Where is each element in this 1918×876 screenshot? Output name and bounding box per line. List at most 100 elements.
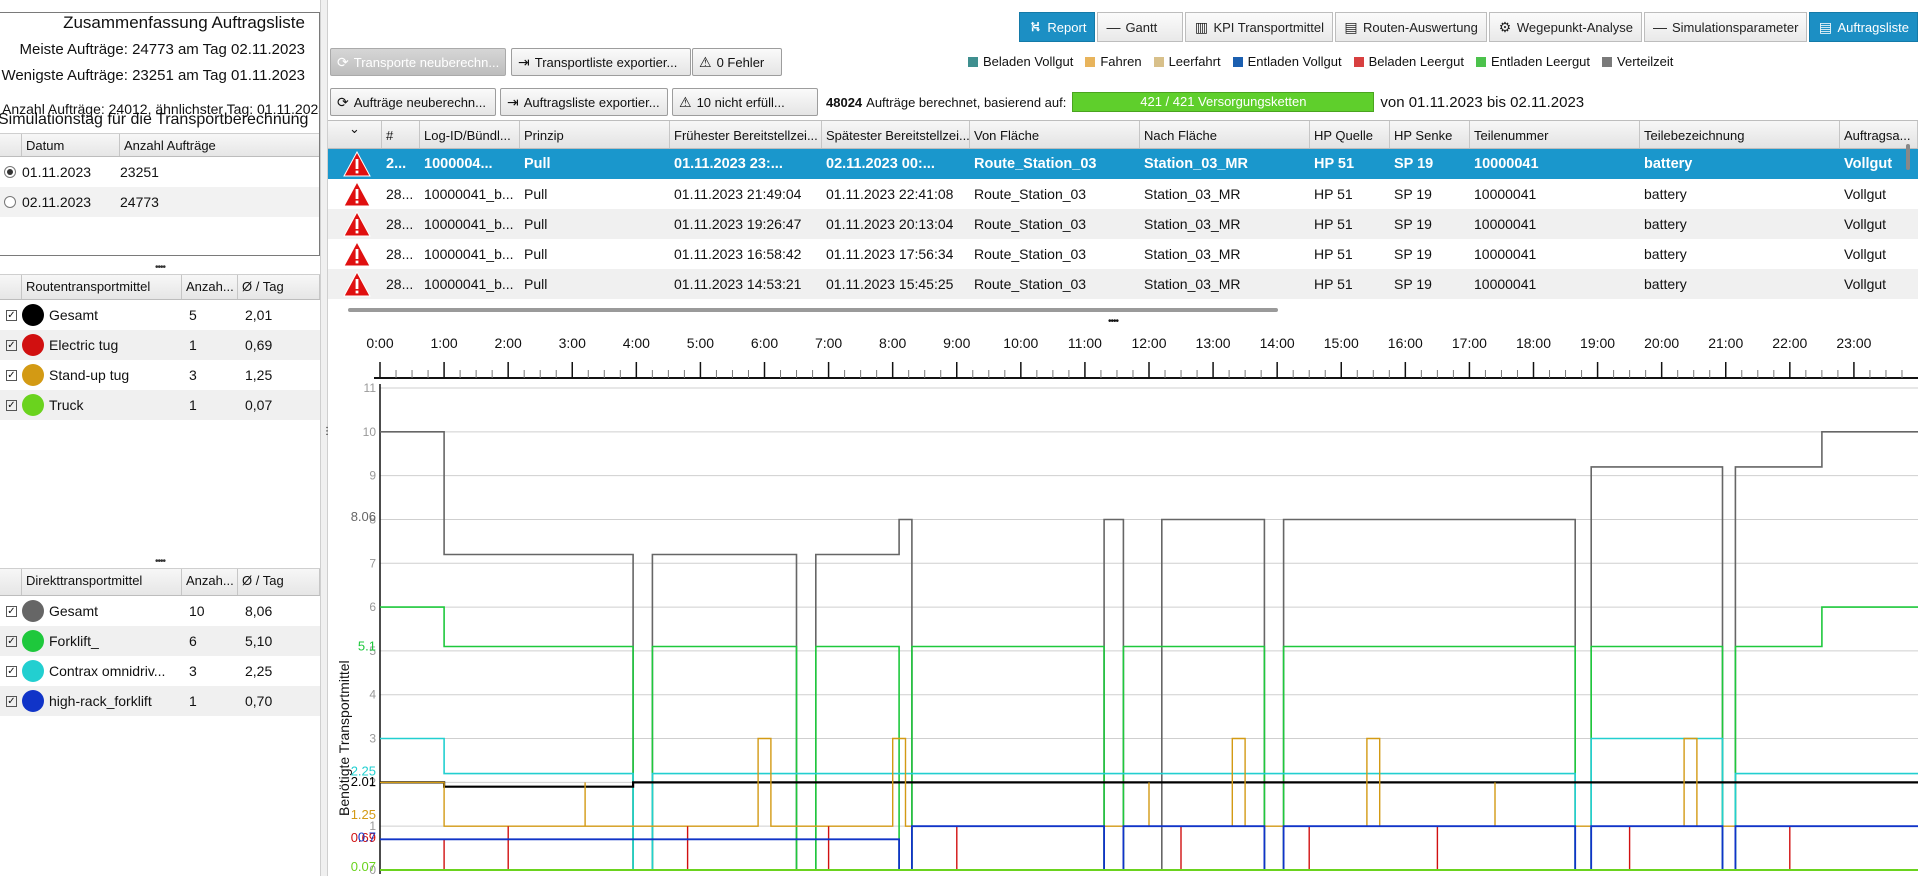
legend-swatch	[1232, 56, 1243, 67]
order-row[interactable]: 28... 10000041_b... Pull 01.11.2023 14:53:2…	[328, 269, 1918, 299]
summary-most: Meiste Aufträge: 24773 am Tag 02.11.2023	[19, 41, 305, 58]
order-cell-early: 01.11.2023 23:...	[674, 156, 783, 172]
transport-row[interactable]: ✓ Gesamt 10 8,06	[0, 596, 320, 626]
visibility-checkbox[interactable]: ✓	[6, 635, 17, 647]
splitter-handle[interactable]: ••••	[0, 557, 320, 568]
orders-col-header[interactable]: Spätester Bereitstellzei...	[822, 121, 970, 148]
legend-label: Entladen Vollgut	[1247, 54, 1342, 69]
transport-row[interactable]: ✓ Contrax omnidriv... 3 2,25	[0, 656, 320, 686]
vertical-splitter[interactable]: ⋮	[320, 0, 332, 876]
series-color-swatch	[22, 690, 44, 712]
col-header-anzahl[interactable]: Anzah...	[182, 569, 238, 595]
col-header-anzahl[interactable]: Anzahl Aufträge	[120, 134, 319, 156]
time-tick-label: 8:00	[879, 335, 906, 351]
order-cell-late: 01.11.2023 20:13:04	[826, 216, 954, 232]
export-orders-button[interactable]: ⇥ Auftragsliste exportier...	[500, 88, 668, 116]
transport-average: 1,25	[245, 367, 273, 383]
chart-svg: 0:00 1:00 2:00 3:00 4:00 5:00 6:00 7:00 8:00 9:00…	[351, 335, 1918, 876]
visibility-checkbox[interactable]: ✓	[6, 309, 17, 321]
visibility-checkbox[interactable]: ✓	[6, 339, 17, 351]
order-row[interactable]: 28... 10000041_b... Pull 01.11.2023 19:26:4…	[328, 209, 1918, 239]
visibility-checkbox[interactable]: ✓	[6, 399, 17, 411]
date-row[interactable]: 02.11.2023 24773	[0, 187, 319, 217]
order-cell-log: 1000004...	[424, 156, 493, 172]
order-row[interactable]: 28... 10000041_b... Pull 01.11.2023 21:49:0…	[328, 179, 1918, 209]
transport-row[interactable]: ✓ Stand-up tug 3 1,25	[0, 360, 320, 390]
transport-row[interactable]: ✓ Truck 1 0,07	[0, 390, 320, 420]
order-cell-hpq: HP 51	[1314, 186, 1353, 202]
orders-col-header[interactable]: Nach Fläche	[1140, 121, 1310, 148]
warning-icon	[328, 271, 382, 297]
nav-report-button[interactable]: ⛕ Report	[1019, 12, 1096, 42]
col-header-routentransportmittel[interactable]: Routentransportmittel	[22, 275, 182, 299]
nav-kpi-button[interactable]: ▥ KPI Transportmittel	[1185, 12, 1333, 42]
orders-col-header[interactable]: ⌄	[328, 121, 382, 148]
col-header-anzahl[interactable]: Anzah...	[182, 275, 238, 299]
orders-vertical-scrollbar[interactable]	[1906, 144, 1910, 170]
transport-count: 3	[189, 663, 197, 679]
export-icon: ⇥	[507, 93, 519, 110]
orders-col-header[interactable]: Teilenummer	[1470, 121, 1640, 148]
y-tick-label: 4	[369, 688, 376, 702]
visibility-checkbox[interactable]: ✓	[6, 605, 17, 617]
orders-col-header[interactable]: HP Senke	[1390, 121, 1470, 148]
legend-swatch	[1085, 56, 1096, 67]
nav-wegepunkt-button[interactable]: ⚙ Wegepunkt-Analyse	[1488, 12, 1642, 42]
export-transports-button[interactable]: ⇥ Transportliste exportier...	[511, 48, 691, 76]
col-header-avg[interactable]: Ø / Tag	[238, 569, 320, 595]
transport-average: 0,69	[245, 337, 273, 353]
orders-col-header[interactable]: Teilebezeichnung	[1640, 121, 1840, 148]
bar-chart-icon: ▥	[1194, 18, 1209, 35]
orders-col-header[interactable]: HP Quelle	[1310, 121, 1390, 148]
nav-auftragsliste-button[interactable]: ▤ Auftragsliste	[1809, 12, 1918, 42]
date-radio-selected[interactable]	[4, 166, 16, 178]
clipboard-icon: ▤	[1344, 18, 1358, 35]
average-value-label: 2.01	[351, 774, 376, 789]
visibility-checkbox[interactable]: ✓	[6, 369, 17, 381]
transport-count: 6	[189, 633, 197, 649]
order-cell-log: 10000041_b...	[424, 246, 514, 262]
splitter-handle[interactable]: ••••	[0, 263, 320, 274]
view-nav-bar: ⛕ Report — Gantt ▥ KPI Transportmittel ▤ Rou…	[1019, 12, 1918, 42]
nav-routen-button[interactable]: ▤ Routen-Auswertung	[1334, 12, 1487, 42]
time-tick-label: 15:00	[1324, 335, 1359, 351]
orders-col-header[interactable]: Log-ID/Bündl...	[420, 121, 520, 148]
transport-name: Forklift_	[49, 633, 99, 649]
direct-transport-table: Direkttransportmittel Anzah... Ø / Tag ✓…	[0, 568, 320, 716]
order-row[interactable]: 28... 10000041_b... Pull 01.11.2023 16:58:4…	[328, 239, 1918, 269]
nav-gantt-button[interactable]: — Gantt	[1097, 12, 1184, 42]
col-header-datum[interactable]: Datum	[22, 134, 120, 156]
orders-col-header[interactable]: #	[382, 121, 420, 148]
nav-kpi-label: KPI Transportmittel	[1213, 19, 1324, 35]
transport-row[interactable]: ✓ Gesamt 5 2,01	[0, 300, 320, 330]
transport-row[interactable]: ✓ Electric tug 1 0,69	[0, 330, 320, 360]
legend-label: Leerfahrt	[1168, 54, 1221, 69]
warning-icon	[328, 151, 382, 177]
legend-item: Verteilzeit	[1602, 54, 1673, 69]
series-color-swatch	[22, 660, 44, 682]
orders-col-header[interactable]: Von Fläche	[970, 121, 1140, 148]
waypoint-icon: ⚙	[1498, 18, 1512, 35]
y-tick-label: 9	[369, 469, 376, 483]
orders-col-header[interactable]: Prinzip	[520, 121, 670, 148]
order-row[interactable]: 2... 1000004... Pull 01.11.2023 23:... 02.11…	[328, 149, 1918, 179]
transport-row[interactable]: ✓ high-rack_forklift 1 0,70	[0, 686, 320, 716]
visibility-checkbox[interactable]: ✓	[6, 665, 17, 677]
date-radio[interactable]	[4, 196, 16, 208]
visibility-checkbox[interactable]: ✓	[6, 695, 17, 707]
recalc-orders-button[interactable]: ⟳ Aufträge neuberechn...	[330, 88, 496, 116]
col-header-direkttransportmittel[interactable]: Direkttransportmittel	[22, 569, 182, 595]
order-cell-num: 28...	[386, 246, 414, 262]
col-header-avg[interactable]: Ø / Tag	[238, 275, 320, 299]
order-cell-bez: battery	[1644, 156, 1693, 172]
orders-col-header[interactable]: Frühester Bereitstellzei...	[670, 121, 822, 148]
date-row[interactable]: 01.11.2023 23251	[0, 157, 319, 187]
transport-row[interactable]: ✓ Forklift_ 6 5,10	[0, 626, 320, 656]
transport-average: 0,70	[245, 693, 273, 709]
recalc-transports-button[interactable]: ⟳ Transporte neuberechn...	[330, 48, 506, 76]
not-fulfilled-button[interactable]: ⚠ 10 nicht erfüll...	[672, 88, 818, 116]
errors-button[interactable]: ⚠ 0 Fehler	[692, 48, 782, 76]
series-line	[380, 826, 1918, 871]
orders-horizontal-scrollbar[interactable]	[348, 308, 1278, 312]
nav-simparam-button[interactable]: — Simulationsparameter	[1644, 12, 1808, 42]
